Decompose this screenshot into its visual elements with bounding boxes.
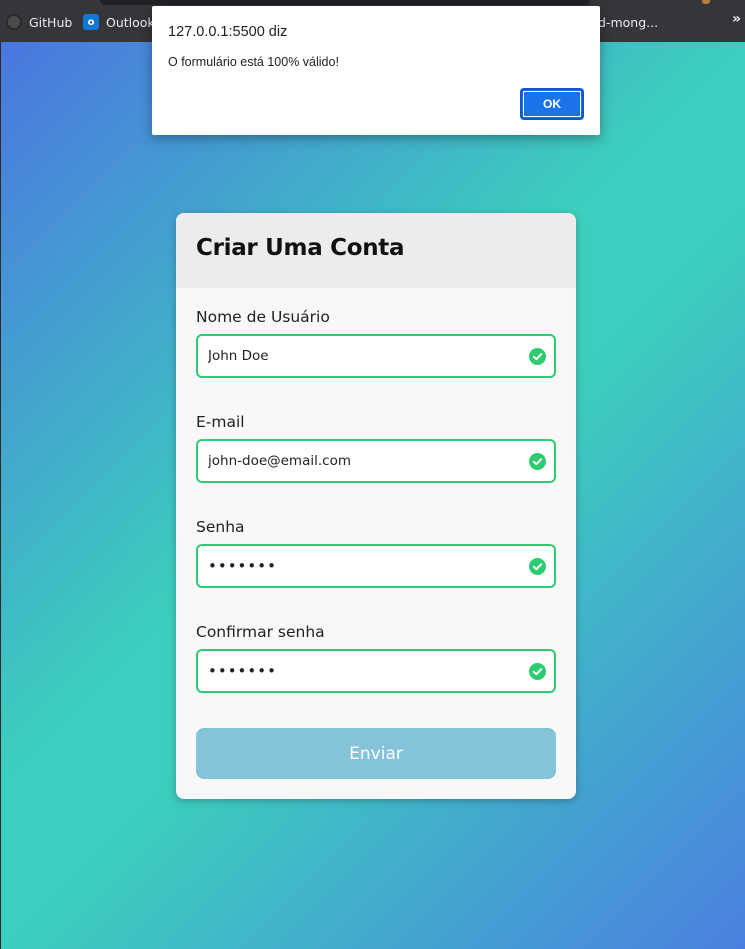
check-circle-icon <box>529 348 546 365</box>
check-circle-icon <box>529 558 546 575</box>
tab-strip-edge <box>100 0 590 5</box>
email-label: E-mail <box>196 413 245 431</box>
bookmarks-overflow-button[interactable]: » <box>732 11 741 27</box>
bookmark-label: d-mong... <box>598 14 659 30</box>
username-label: Nome de Usuário <box>196 308 330 326</box>
password-field: Senha <box>196 518 556 588</box>
outlook-icon: o <box>83 14 99 30</box>
bookmark-outlook[interactable]: o Outlook <box>83 12 155 32</box>
check-circle-icon <box>529 453 546 470</box>
bookmark-truncated[interactable]: d-mong... <box>598 12 658 32</box>
password-label: Senha <box>196 518 245 536</box>
form-title: Criar Uma Conta <box>196 235 405 261</box>
confirm-password-field: Confirmar senha <box>196 623 556 693</box>
signup-form: Criar Uma Conta Nome de Usuário E-mail S… <box>176 213 576 799</box>
username-input-wrapper <box>196 334 556 378</box>
password-input[interactable] <box>198 546 554 586</box>
alert-dialog: 127.0.0.1:5500 diz O formulário está 100… <box>152 6 600 135</box>
username-field: Nome de Usuário <box>196 308 556 378</box>
email-field: E-mail <box>196 413 556 483</box>
email-input[interactable] <box>198 441 554 481</box>
password-input-wrapper <box>196 544 556 588</box>
form-header: Criar Uma Conta <box>176 213 576 288</box>
confirm-password-input[interactable] <box>198 651 554 691</box>
github-icon <box>6 14 22 30</box>
username-input[interactable] <box>198 336 554 376</box>
bookmark-label: Outlook <box>106 14 155 30</box>
confirm-password-input-wrapper <box>196 649 556 693</box>
bookmark-github[interactable]: GitHub <box>6 12 72 32</box>
bookmark-label: GitHub <box>29 14 73 30</box>
alert-ok-button[interactable]: OK <box>520 88 584 120</box>
alert-message: O formulário está 100% válido! <box>168 55 339 69</box>
confirm-password-label: Confirmar senha <box>196 623 325 641</box>
alert-origin: 127.0.0.1:5500 diz <box>168 24 288 40</box>
submit-button[interactable]: Enviar <box>196 728 556 779</box>
extension-icon <box>702 0 710 4</box>
email-input-wrapper <box>196 439 556 483</box>
check-circle-icon <box>529 663 546 680</box>
